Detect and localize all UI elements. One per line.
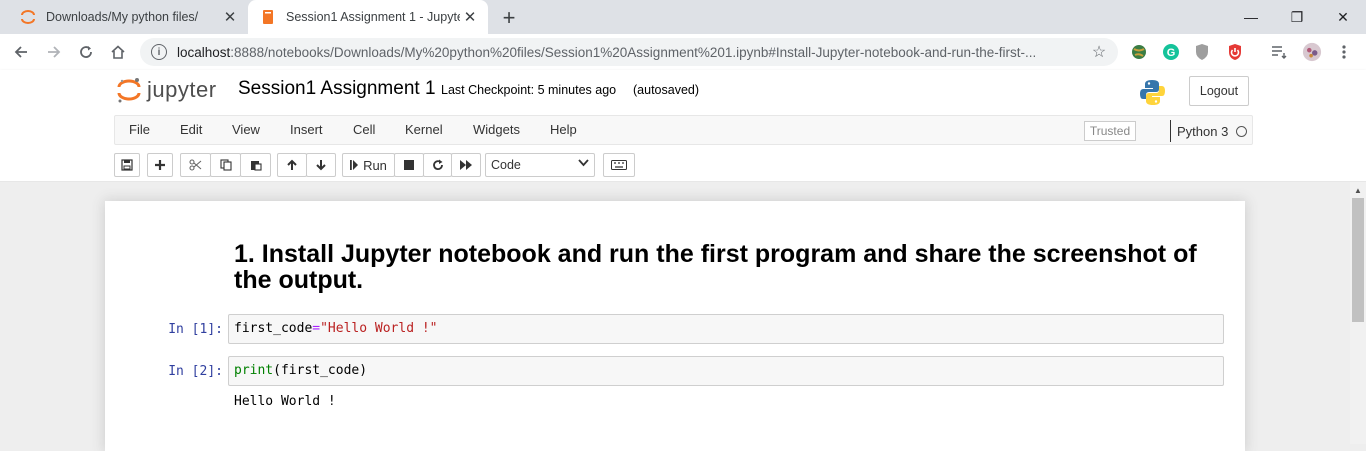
bookmark-star-icon[interactable]: ☆ bbox=[1088, 42, 1110, 62]
tab-title: Downloads/My python files/ bbox=[46, 10, 199, 24]
save-button[interactable] bbox=[114, 153, 140, 177]
menu-cell[interactable]: Cell bbox=[353, 122, 375, 137]
python-logo-icon bbox=[1138, 78, 1167, 107]
cell-prompt: In [2]: bbox=[168, 364, 223, 379]
back-arrow-icon[interactable] bbox=[8, 39, 34, 65]
browser-menu-icon[interactable] bbox=[1334, 42, 1354, 62]
minimize-button[interactable]: — bbox=[1228, 0, 1274, 34]
cut-button[interactable] bbox=[180, 153, 211, 177]
move-up-button[interactable] bbox=[277, 153, 307, 177]
cell-prompt: In [1]: bbox=[168, 322, 223, 337]
markdown-heading[interactable]: 1. Install Jupyter notebook and run the … bbox=[234, 241, 1224, 293]
menu-insert[interactable]: Insert bbox=[290, 122, 323, 137]
menu-bar: File Edit View Insert Cell Kernel Widget… bbox=[114, 115, 1253, 145]
cell-type-value: Code bbox=[491, 158, 521, 172]
browser-tab-downloads[interactable]: Downloads/My python files/ ✕ bbox=[8, 0, 248, 34]
menu-view[interactable]: View bbox=[232, 122, 260, 137]
new-tab-button[interactable]: + bbox=[497, 6, 521, 30]
code-cell-2[interactable]: print(first_code) bbox=[228, 356, 1224, 386]
notebook-page: 1. Install Jupyter notebook and run the … bbox=[105, 201, 1245, 451]
cell-type-select[interactable]: Code bbox=[485, 153, 595, 177]
chevron-down-icon bbox=[578, 159, 589, 170]
paste-button[interactable] bbox=[240, 153, 271, 177]
kernel-idle-indicator-icon bbox=[1236, 126, 1247, 137]
run-button[interactable]: Run bbox=[342, 153, 395, 177]
arrow-up-icon bbox=[287, 159, 297, 170]
shield-extension-icon[interactable] bbox=[1192, 42, 1212, 62]
reload-icon[interactable] bbox=[73, 39, 99, 65]
close-icon[interactable]: ✕ bbox=[460, 7, 480, 27]
command-palette-button[interactable] bbox=[603, 153, 635, 177]
cell-output: Hello World ! bbox=[234, 394, 336, 409]
scrollbar-thumb[interactable] bbox=[1352, 198, 1364, 322]
move-down-button[interactable] bbox=[306, 153, 336, 177]
step-forward-icon bbox=[350, 160, 359, 170]
copy-button[interactable] bbox=[210, 153, 241, 177]
run-label: Run bbox=[363, 157, 387, 173]
menu-edit[interactable]: Edit bbox=[180, 122, 202, 137]
forward-arrow-icon[interactable] bbox=[41, 39, 67, 65]
window-close-button[interactable]: ✕ bbox=[1320, 0, 1366, 34]
save-icon bbox=[121, 159, 133, 171]
jupyter-favicon-icon bbox=[20, 9, 36, 25]
jupyter-header: jupyter Session1 Assignment 1 Last Check… bbox=[0, 70, 1366, 182]
jupyter-logo[interactable]: jupyter bbox=[117, 76, 217, 104]
code-arguments: (first_code) bbox=[273, 363, 368, 378]
code-string: "Hello World !" bbox=[320, 321, 438, 336]
copy-icon bbox=[219, 159, 232, 171]
keyboard-icon bbox=[611, 160, 627, 170]
menu-kernel[interactable]: Kernel bbox=[405, 122, 443, 137]
scrollbar[interactable]: ▲ bbox=[1350, 182, 1366, 444]
code-cell-1[interactable]: first_code="Hello World !" bbox=[228, 314, 1224, 344]
code-operator: = bbox=[312, 321, 321, 336]
last-checkpoint: Last Checkpoint: 5 minutes ago bbox=[441, 83, 617, 97]
url-text: localhost:8888/notebooks/Downloads/My%20… bbox=[177, 45, 1088, 60]
extension-globe-icon[interactable] bbox=[1129, 42, 1149, 62]
autosave-status: (autosaved) bbox=[633, 83, 700, 97]
browser-toolbar: i localhost:8888/notebooks/Downloads/My%… bbox=[0, 34, 1366, 70]
plus-icon bbox=[155, 160, 165, 170]
svg-text:G: G bbox=[1167, 47, 1176, 59]
scroll-up-arrow-icon[interactable]: ▲ bbox=[1354, 186, 1362, 195]
browser-tab-strip: Downloads/My python files/ ✕ Session1 As… bbox=[0, 0, 1366, 34]
scissors-icon bbox=[189, 159, 202, 171]
code-builtin: print bbox=[234, 363, 274, 378]
jupyter-logo-icon bbox=[117, 78, 141, 103]
tab-title: Session1 Assignment 1 - Jupyter bbox=[286, 10, 460, 24]
address-bar[interactable]: i localhost:8888/notebooks/Downloads/My%… bbox=[140, 38, 1118, 66]
restart-run-all-button[interactable] bbox=[451, 153, 481, 177]
logout-button[interactable]: Logout bbox=[1189, 76, 1249, 106]
notebook-area: 1. Install Jupyter notebook and run the … bbox=[0, 182, 1350, 451]
restart-button[interactable] bbox=[423, 153, 452, 177]
reading-list-icon[interactable] bbox=[1269, 42, 1289, 62]
close-icon[interactable]: ✕ bbox=[220, 7, 240, 27]
menu-file[interactable]: File bbox=[129, 122, 150, 137]
arrow-down-icon bbox=[316, 160, 326, 171]
insert-cell-button[interactable] bbox=[147, 153, 173, 177]
interrupt-button[interactable] bbox=[394, 153, 424, 177]
maximize-button[interactable]: ❐ bbox=[1274, 0, 1320, 34]
code-variable: first_code bbox=[234, 321, 313, 336]
url-path: :8888/notebooks/Downloads/My%20python%20… bbox=[230, 44, 1037, 60]
info-icon[interactable]: i bbox=[151, 44, 167, 60]
paste-icon bbox=[250, 161, 262, 171]
power-extension-icon[interactable] bbox=[1225, 42, 1245, 62]
url-host: localhost bbox=[177, 44, 231, 60]
grammarly-icon[interactable]: G bbox=[1161, 42, 1181, 62]
trusted-badge[interactable]: Trusted bbox=[1084, 121, 1136, 141]
profile-avatar-icon[interactable] bbox=[1302, 42, 1322, 62]
browser-tab-notebook[interactable]: Session1 Assignment 1 - Jupyter ✕ bbox=[248, 0, 488, 34]
kernel-name: Python 3 bbox=[1170, 120, 1228, 142]
notebook-favicon-icon bbox=[260, 9, 276, 25]
notebook-name[interactable]: Session1 Assignment 1 bbox=[238, 78, 436, 100]
stop-icon bbox=[404, 160, 414, 170]
restart-icon bbox=[432, 159, 443, 171]
menu-widgets[interactable]: Widgets bbox=[473, 122, 520, 137]
jupyter-wordmark: jupyter bbox=[147, 77, 217, 102]
menu-help[interactable]: Help bbox=[550, 122, 577, 137]
fast-forward-icon bbox=[459, 160, 472, 170]
home-icon[interactable] bbox=[105, 39, 131, 65]
